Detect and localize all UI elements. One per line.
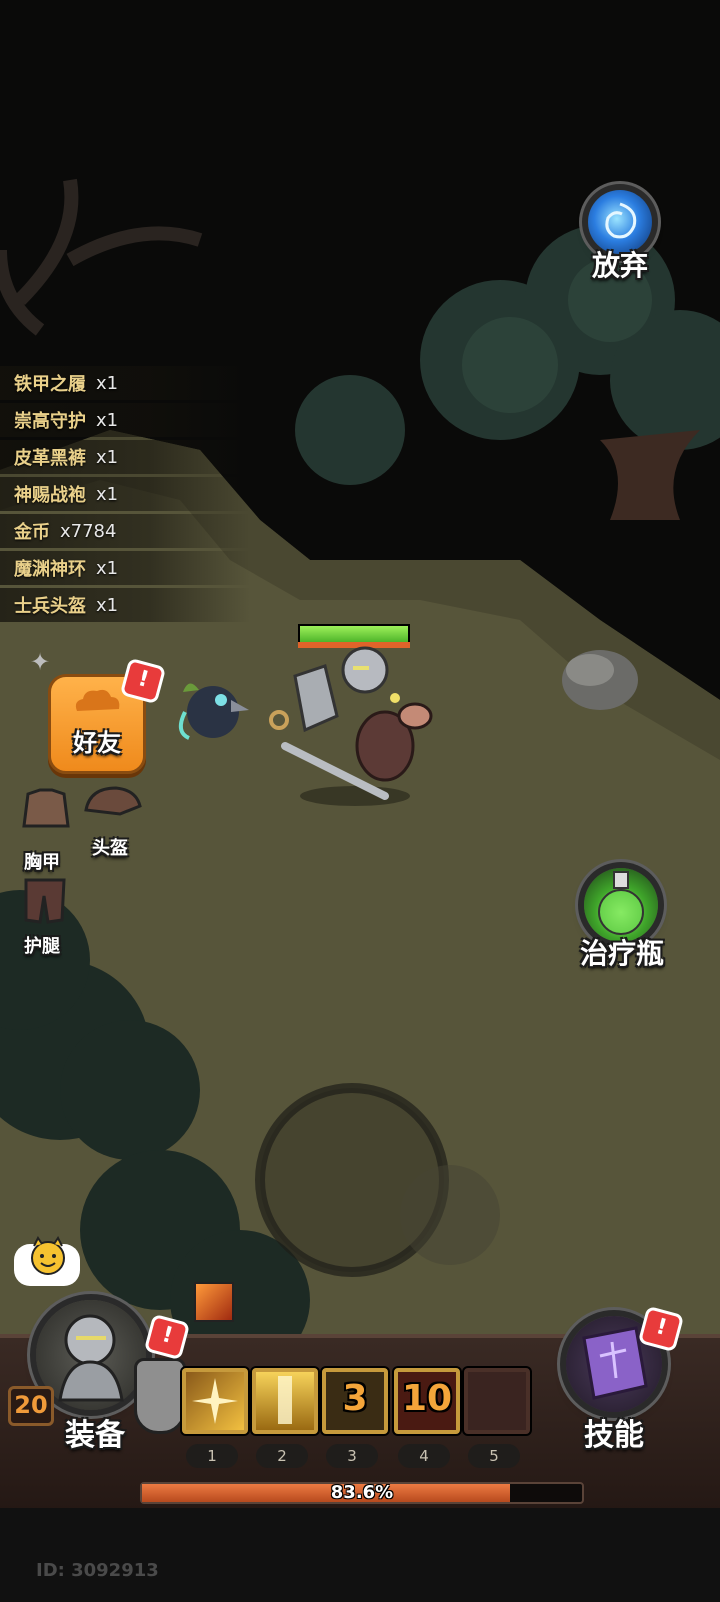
sword-burst-icon xyxy=(192,1378,238,1424)
loot-item-name: 金币 xyxy=(14,522,50,543)
loot-item-name: 皮革黑裤 xyxy=(14,448,86,469)
loot-item-name: 士兵头盔 xyxy=(14,596,86,617)
skills-label: 技能 xyxy=(584,1418,644,1453)
shield-icon xyxy=(134,1358,186,1434)
loot-item-count: x1 xyxy=(96,483,119,505)
skill-slot-3-number: 3 xyxy=(326,1444,378,1468)
skill-slot-4[interactable]: 10 xyxy=(394,1368,460,1434)
cloud-icon xyxy=(75,689,120,711)
potion-icon xyxy=(598,871,644,935)
skill-4-cooldown: 10 xyxy=(401,1378,453,1419)
skill-3-cooldown: 3 xyxy=(342,1378,368,1419)
loot-log-row: 崇高守护 x1 xyxy=(0,403,250,437)
experience-percent: 83.6% xyxy=(330,1482,394,1503)
leg-armor-label: 护腿 xyxy=(24,936,60,957)
loot-log-row: 皮革黑裤 x1 xyxy=(0,440,250,474)
experience-bar: 83.6% xyxy=(140,1482,584,1504)
hero-health-fill xyxy=(300,626,408,642)
equipment-label: 装备 xyxy=(65,1418,125,1453)
abandon-label: 放弃 xyxy=(591,249,648,282)
loot-item-name: 铁甲之履 xyxy=(14,374,86,395)
loot-item-count: x7784 xyxy=(60,520,117,542)
loot-item-count: x1 xyxy=(96,594,119,616)
loot-item-count: x1 xyxy=(96,409,119,431)
skill-slot-1[interactable] xyxy=(182,1368,248,1434)
crow-pet xyxy=(178,683,249,740)
loot-item-name: 崇高守护 xyxy=(14,411,86,432)
helmet-label: 头盔 xyxy=(92,838,128,859)
potion-button[interactable] xyxy=(584,868,658,942)
potion-label: 治疗瓶 xyxy=(579,937,664,970)
loot-log-row: 金币 x7784 xyxy=(0,514,250,548)
light-pillar-icon xyxy=(278,1376,292,1424)
player-id: ID: 3092913 xyxy=(36,1560,159,1581)
skill-slot-1-number: 1 xyxy=(186,1444,238,1468)
skill-slot-4-number: 4 xyxy=(398,1444,450,1468)
leg-armor-icon[interactable] xyxy=(20,874,70,926)
loot-log-row: 士兵头盔 x1 xyxy=(0,588,250,622)
chest-armor-icon[interactable] xyxy=(18,786,74,834)
player-level: 20 xyxy=(14,1391,48,1419)
skill-slot-3[interactable]: 3 xyxy=(322,1368,388,1434)
friends-label: 好友 xyxy=(73,729,121,757)
helmet-icon[interactable] xyxy=(80,782,144,820)
loot-item-name: 神赐战袍 xyxy=(14,485,86,506)
chest-armor-label: 胸甲 xyxy=(24,852,60,873)
player-level-badge: 20 xyxy=(8,1386,54,1426)
sparkle-icon: ✦ xyxy=(30,648,51,676)
loot-item-count: x1 xyxy=(96,446,119,468)
fire-buff-icon xyxy=(194,1282,234,1322)
loot-item-count: x1 xyxy=(96,372,119,394)
hero-knight xyxy=(269,646,433,806)
smiley-icon xyxy=(31,1236,65,1275)
loot-log-row: 神赐战袍 x1 xyxy=(0,477,250,511)
skill-slot-5-number: 5 xyxy=(468,1444,520,1468)
loot-item-count: x1 xyxy=(96,557,119,579)
skill-slot-2[interactable] xyxy=(252,1368,318,1434)
skill-slot-2-number: 2 xyxy=(256,1444,308,1468)
loot-item-name: 魔渊神环 xyxy=(14,559,86,580)
chat-button[interactable] xyxy=(14,1236,80,1286)
loot-log-row: 魔渊神环 x1 xyxy=(0,551,250,585)
hero-health-bar xyxy=(298,624,410,644)
loot-log-row: 铁甲之履 x1 xyxy=(0,366,250,400)
virtual-joystick[interactable] xyxy=(260,1088,444,1272)
footer-bar xyxy=(0,1508,720,1602)
skill-slot-5[interactable] xyxy=(464,1368,530,1434)
